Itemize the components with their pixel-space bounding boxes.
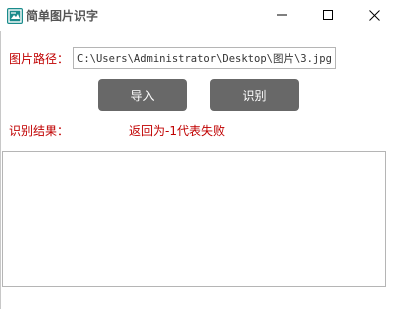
minimize-icon bbox=[277, 10, 287, 20]
maximize-button[interactable] bbox=[305, 0, 351, 30]
close-button[interactable] bbox=[351, 0, 397, 30]
window-title: 简单图片识字 bbox=[26, 9, 99, 23]
window-border bbox=[0, 0, 1, 309]
recognize-button[interactable]: 识别 bbox=[210, 79, 299, 111]
title-bar[interactable]: 简单图片识字 bbox=[0, 0, 398, 31]
minimize-button[interactable] bbox=[259, 0, 305, 30]
result-status-text: 返回为-1代表失败 bbox=[129, 124, 225, 138]
result-text-area[interactable] bbox=[2, 151, 386, 287]
import-button[interactable]: 导入 bbox=[98, 79, 187, 111]
result-label: 识别结果： bbox=[9, 124, 70, 138]
image-path-input[interactable] bbox=[73, 47, 336, 69]
app-window: 简单图片识字 图片路径： 导入 识别 识别结果： 返回为-1代表失败 bbox=[0, 0, 398, 309]
maximize-icon bbox=[323, 10, 333, 20]
close-icon bbox=[368, 9, 380, 21]
image-path-label: 图片路径： bbox=[9, 52, 70, 66]
image-text-app-icon bbox=[7, 8, 23, 24]
